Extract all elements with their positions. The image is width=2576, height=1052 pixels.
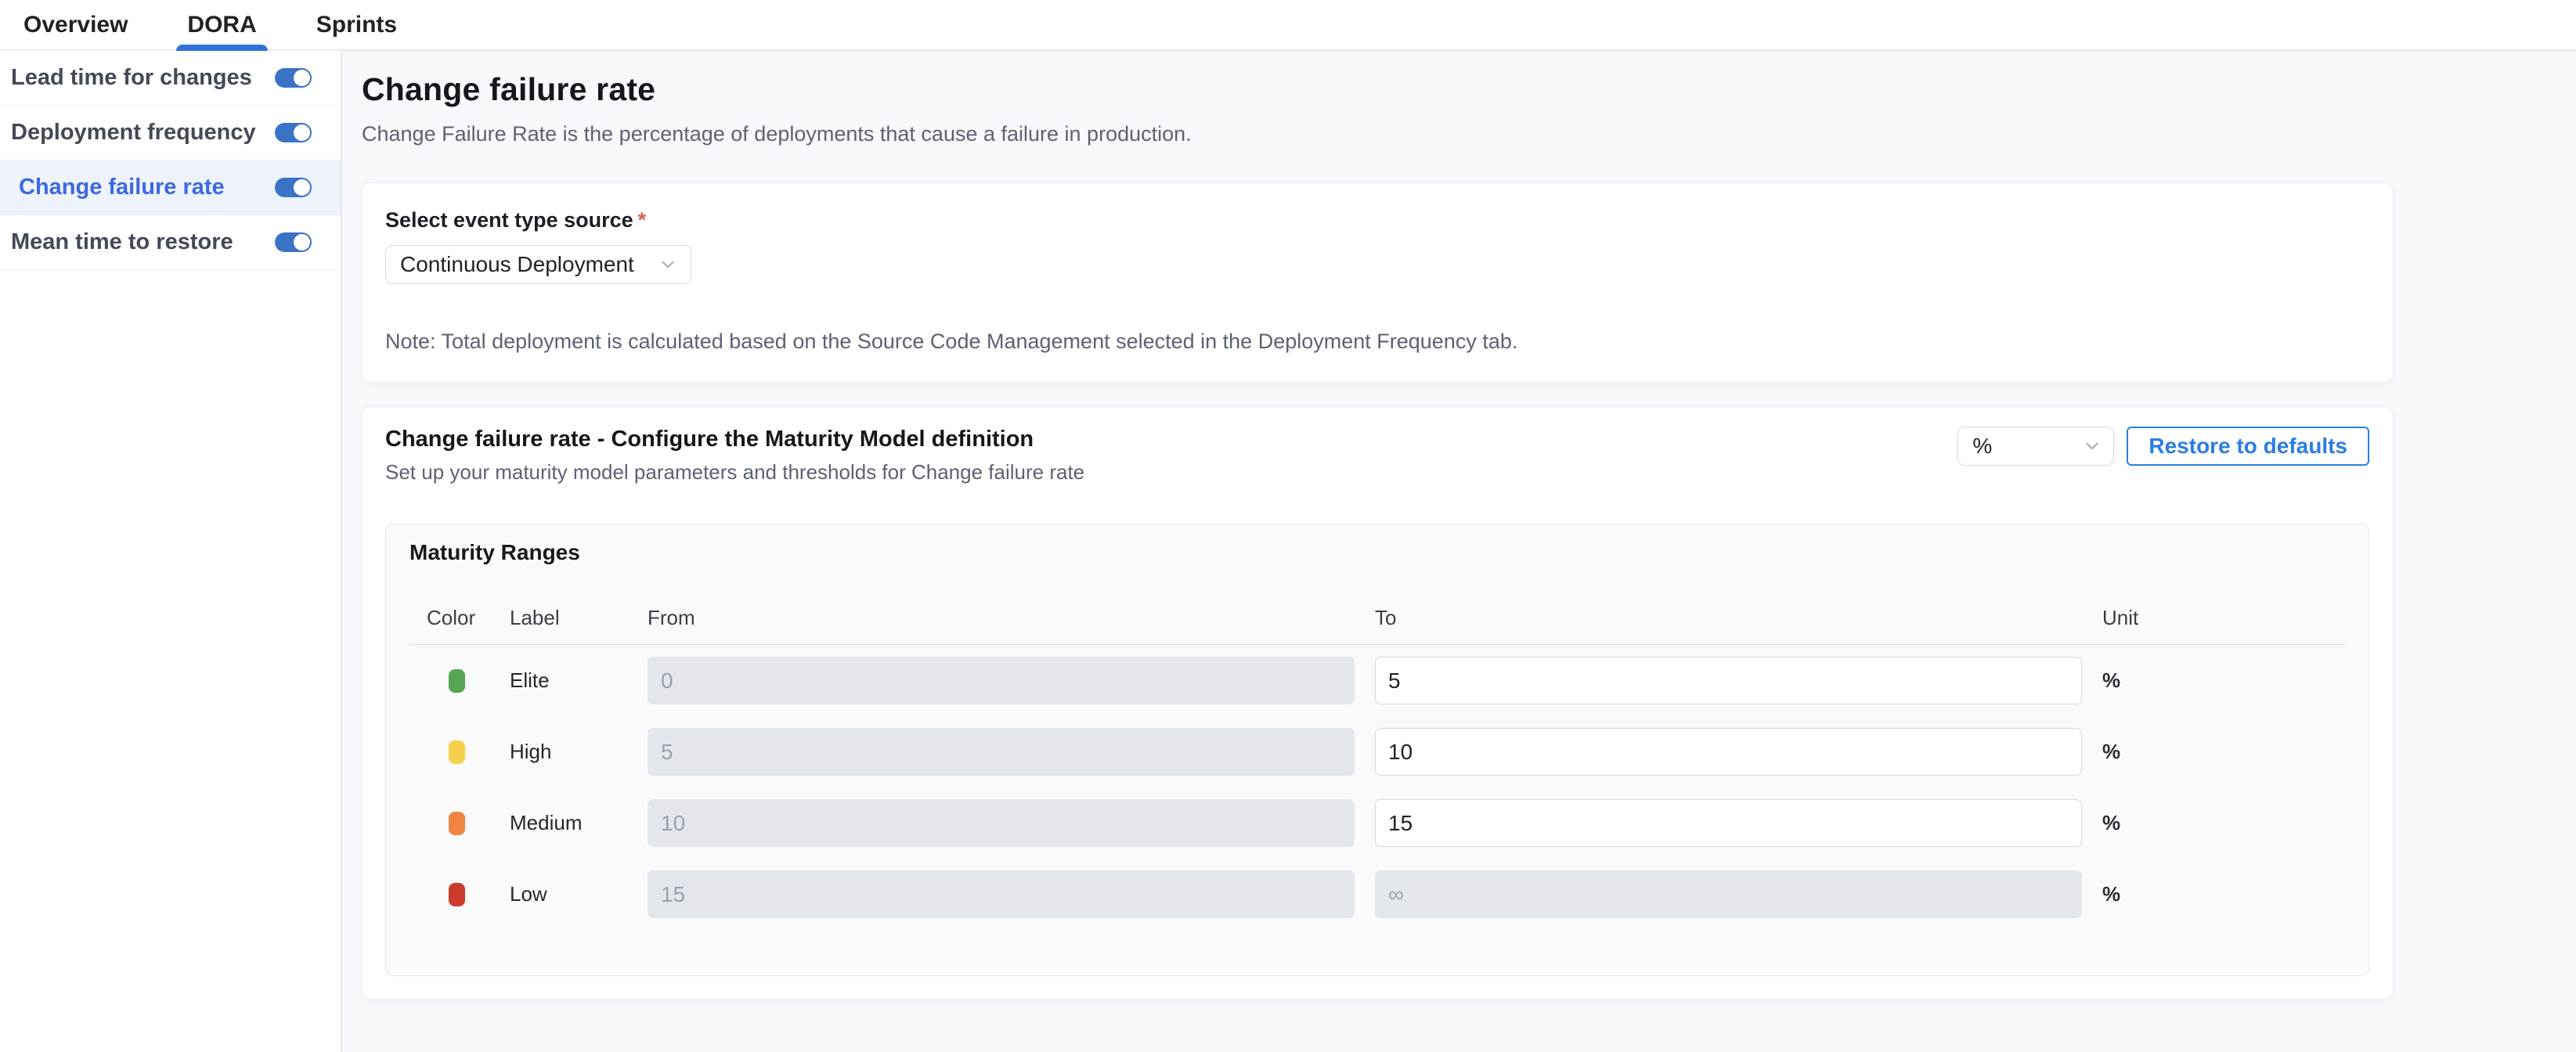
from-input <box>648 799 1355 847</box>
maturity-label: Medium <box>510 811 627 835</box>
from-input <box>648 728 1355 776</box>
chevron-down-icon <box>2082 436 2102 456</box>
maturity-row-high: High % <box>409 716 2345 787</box>
main-content: Change failure rate Change Failure Rate … <box>342 51 2576 1052</box>
maturity-label: Low <box>510 882 627 906</box>
event-source-card: Select event type source* Continuous Dep… <box>362 182 2394 383</box>
event-source-select[interactable]: Continuous Deployment <box>385 245 691 284</box>
color-swatch <box>449 740 465 764</box>
column-header-to: To <box>1375 606 2082 630</box>
maturity-ranges-panel: Maturity Ranges Color Label From To Unit… <box>385 524 2369 976</box>
unit-label: % <box>2102 740 2345 764</box>
unit-select[interactable]: % <box>1957 427 2114 466</box>
page-title: Change failure rate <box>362 71 2394 108</box>
change-failure-rate-toggle[interactable] <box>275 178 311 197</box>
metrics-sidebar: Lead time for changes Deployment frequen… <box>0 51 342 1052</box>
maturity-row-low: Low % <box>409 859 2345 930</box>
maturity-label: Elite <box>510 668 627 693</box>
maturity-title: Change failure rate - Configure the Matu… <box>385 427 1084 452</box>
unit-label: % <box>2102 882 2345 906</box>
mean-time-to-restore-toggle[interactable] <box>275 232 311 252</box>
unit-label: % <box>2102 811 2345 835</box>
sidebar-item-lead-time-for-changes[interactable]: Lead time for changes <box>0 51 341 106</box>
tab-sprints[interactable]: Sprints <box>316 0 397 49</box>
top-tab-bar: Overview DORA Sprints <box>0 0 2576 51</box>
restore-defaults-button[interactable]: Restore to defaults <box>2127 427 2369 466</box>
sidebar-item-deployment-frequency[interactable]: Deployment frequency <box>0 106 341 160</box>
column-header-color: Color <box>427 606 489 630</box>
maturity-subtitle: Set up your maturity model parameters an… <box>385 460 1084 485</box>
maturity-table-header: Color Label From To Unit <box>409 606 2345 645</box>
maturity-row-elite: Elite % <box>409 645 2345 716</box>
color-swatch <box>449 883 465 906</box>
color-swatch <box>449 812 465 835</box>
required-asterisk: * <box>638 208 647 232</box>
sidebar-item-label: Mean time to restore <box>11 229 233 255</box>
event-source-label: Select event type source* <box>385 208 2369 232</box>
sidebar-item-change-failure-rate[interactable]: Change failure rate <box>0 160 341 215</box>
to-input[interactable] <box>1375 728 2082 776</box>
from-input <box>648 870 1355 918</box>
sidebar-item-label: Lead time for changes <box>11 65 252 91</box>
maturity-row-medium: Medium % <box>409 787 2345 859</box>
unit-label: % <box>2102 668 2345 693</box>
color-swatch <box>449 669 465 693</box>
column-header-label: Label <box>510 606 627 630</box>
maturity-label: High <box>510 740 627 764</box>
chevron-down-icon <box>658 254 678 275</box>
maturity-model-card: Change failure rate - Configure the Matu… <box>362 406 2394 1000</box>
column-header-unit: Unit <box>2102 606 2345 630</box>
lead-time-toggle[interactable] <box>275 68 311 88</box>
tab-dora[interactable]: DORA <box>187 0 256 49</box>
tab-overview[interactable]: Overview <box>23 0 128 49</box>
to-input[interactable] <box>1375 799 2082 847</box>
maturity-header: Change failure rate - Configure the Matu… <box>385 427 1084 485</box>
sidebar-item-mean-time-to-restore[interactable]: Mean time to restore <box>0 215 341 270</box>
page-subtitle: Change Failure Rate is the percentage of… <box>362 122 2394 146</box>
from-input <box>648 657 1355 704</box>
to-input[interactable] <box>1375 657 2082 704</box>
column-header-from: From <box>648 606 1355 630</box>
to-input <box>1375 870 2082 918</box>
deployment-frequency-toggle[interactable] <box>275 123 311 142</box>
note-text: Note: Total deployment is calculated bas… <box>385 330 2369 354</box>
selected-unit: % <box>1972 434 1992 459</box>
panel-title: Maturity Ranges <box>409 540 2345 565</box>
selected-event-source: Continuous Deployment <box>400 252 634 277</box>
sidebar-item-label: Change failure rate <box>19 175 225 200</box>
sidebar-item-label: Deployment frequency <box>11 120 256 146</box>
